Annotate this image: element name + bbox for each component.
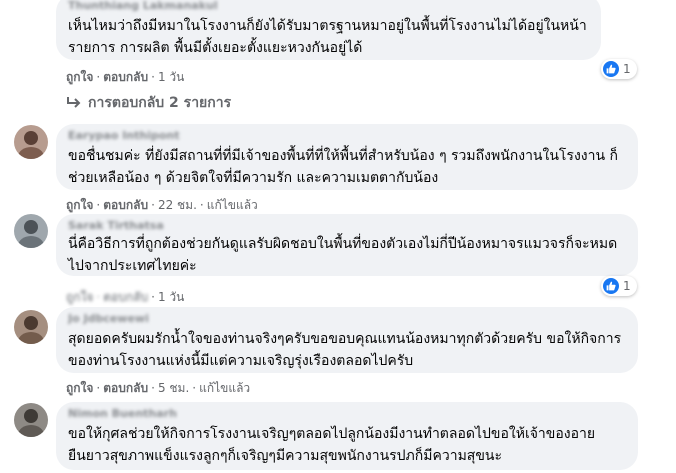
comment-author[interactable]: Thunthiang Lakmanakul (68, 0, 589, 12)
comment-text: เห็นไหมว่าถึงมีหมาในโรงงานก็ยังได้รับมาต… (68, 18, 587, 56)
dot-separator: · (151, 290, 155, 304)
edited-label: แก้ไขแล้ว (206, 198, 258, 212)
comment-text: ขอให้กุศลช่วยให้กิจการโรงงานเจริญๆตลอดไป… (68, 426, 596, 464)
dot-separator: · (151, 70, 155, 84)
comment-actions: ถูกใจ · ตอบกลับ · 1 วัน (66, 288, 184, 307)
comment-bubble: Thunthiang Lakmanakul เห็นไหมว่าถึงมีหมา… (56, 0, 601, 60)
comment-bubble: Earypao Inthipont ขอชื่นชมค่ะ ที่ยังมีสถ… (56, 124, 638, 190)
reply-button[interactable]: ตอบกลับ (103, 70, 148, 84)
comment-bubble: Sarak Tirthatsa นี่คือวิธีการที่ถูกต้องช… (56, 214, 638, 276)
comment-time[interactable]: 5 ชม. (158, 381, 189, 395)
comment-text: สุดยอดครับผมรักน้ำใจของท่านจริงๆครับขอขอ… (68, 331, 622, 369)
comment-author[interactable]: Nimon Buentharh (68, 408, 626, 420)
comment-actions: ถูกใจ · ตอบกลับ · 22 ชม. · แก้ไขแล้ว (66, 196, 258, 215)
comment-author[interactable]: Sarak Tirthatsa (68, 220, 626, 232)
like-button[interactable]: ถูกใจ (66, 290, 93, 304)
view-replies-label: การตอบกลับ 2 รายการ (88, 95, 232, 111)
dot-separator: · (96, 198, 101, 212)
dot-separator: · (199, 198, 204, 212)
dot-separator: · (151, 198, 155, 212)
comment-bubble: Jo Jdbcewewi สุดยอดครับผมรักน้ำใจของท่าน… (56, 307, 638, 373)
avatar[interactable] (14, 214, 48, 248)
avatar[interactable] (14, 310, 48, 344)
like-button[interactable]: ถูกใจ (66, 381, 93, 395)
dot-separator: · (96, 381, 101, 395)
comment-actions: ถูกใจ · ตอบกลับ · 5 ชม. · แก้ไขแล้ว (66, 379, 250, 398)
dot-separator: · (192, 381, 197, 395)
dot-separator: · (96, 290, 101, 304)
reply-button[interactable]: ตอบกลับ (103, 198, 148, 212)
comment-text: นี่คือวิธีการที่ถูกต้องช่วยกันดูแลรับผิด… (68, 236, 618, 274)
reply-arrow-icon (67, 97, 81, 108)
comment-author[interactable]: Earypao Inthipont (68, 130, 626, 142)
reaction-count-value: 1 (623, 279, 631, 293)
comment-time[interactable]: 22 ชม. (158, 198, 197, 212)
like-button[interactable]: ถูกใจ (66, 198, 93, 212)
reaction-count[interactable]: 1 (601, 59, 637, 79)
comment-bubble: Nimon Buentharh ขอให้กุศลช่วยให้กิจการโร… (56, 402, 638, 470)
comment-author[interactable]: Jo Jdbcewewi (68, 313, 626, 325)
comment-time[interactable]: 1 วัน (158, 70, 184, 84)
comment-time[interactable]: 1 วัน (158, 290, 184, 304)
reply-button[interactable]: ตอบกลับ (103, 290, 148, 304)
reply-button[interactable]: ตอบกลับ (103, 381, 148, 395)
dot-separator: · (96, 70, 101, 84)
avatar[interactable] (14, 125, 48, 159)
comment-text: ขอชื่นชมค่ะ ที่ยังมีสถานที่ที่มีเจ้าของพ… (68, 148, 618, 186)
like-reaction-icon (603, 61, 619, 77)
comment-actions: ถูกใจ · ตอบกลับ · 1 วัน (66, 68, 184, 87)
reaction-count-value: 1 (623, 62, 631, 76)
view-replies-button[interactable]: การตอบกลับ 2 รายการ (66, 92, 231, 114)
edited-label: แก้ไขแล้ว (199, 381, 251, 395)
avatar[interactable] (14, 403, 48, 437)
reaction-count[interactable]: 1 (601, 276, 637, 296)
dot-separator: · (151, 381, 155, 395)
like-button[interactable]: ถูกใจ (66, 70, 93, 84)
like-reaction-icon (603, 278, 619, 294)
